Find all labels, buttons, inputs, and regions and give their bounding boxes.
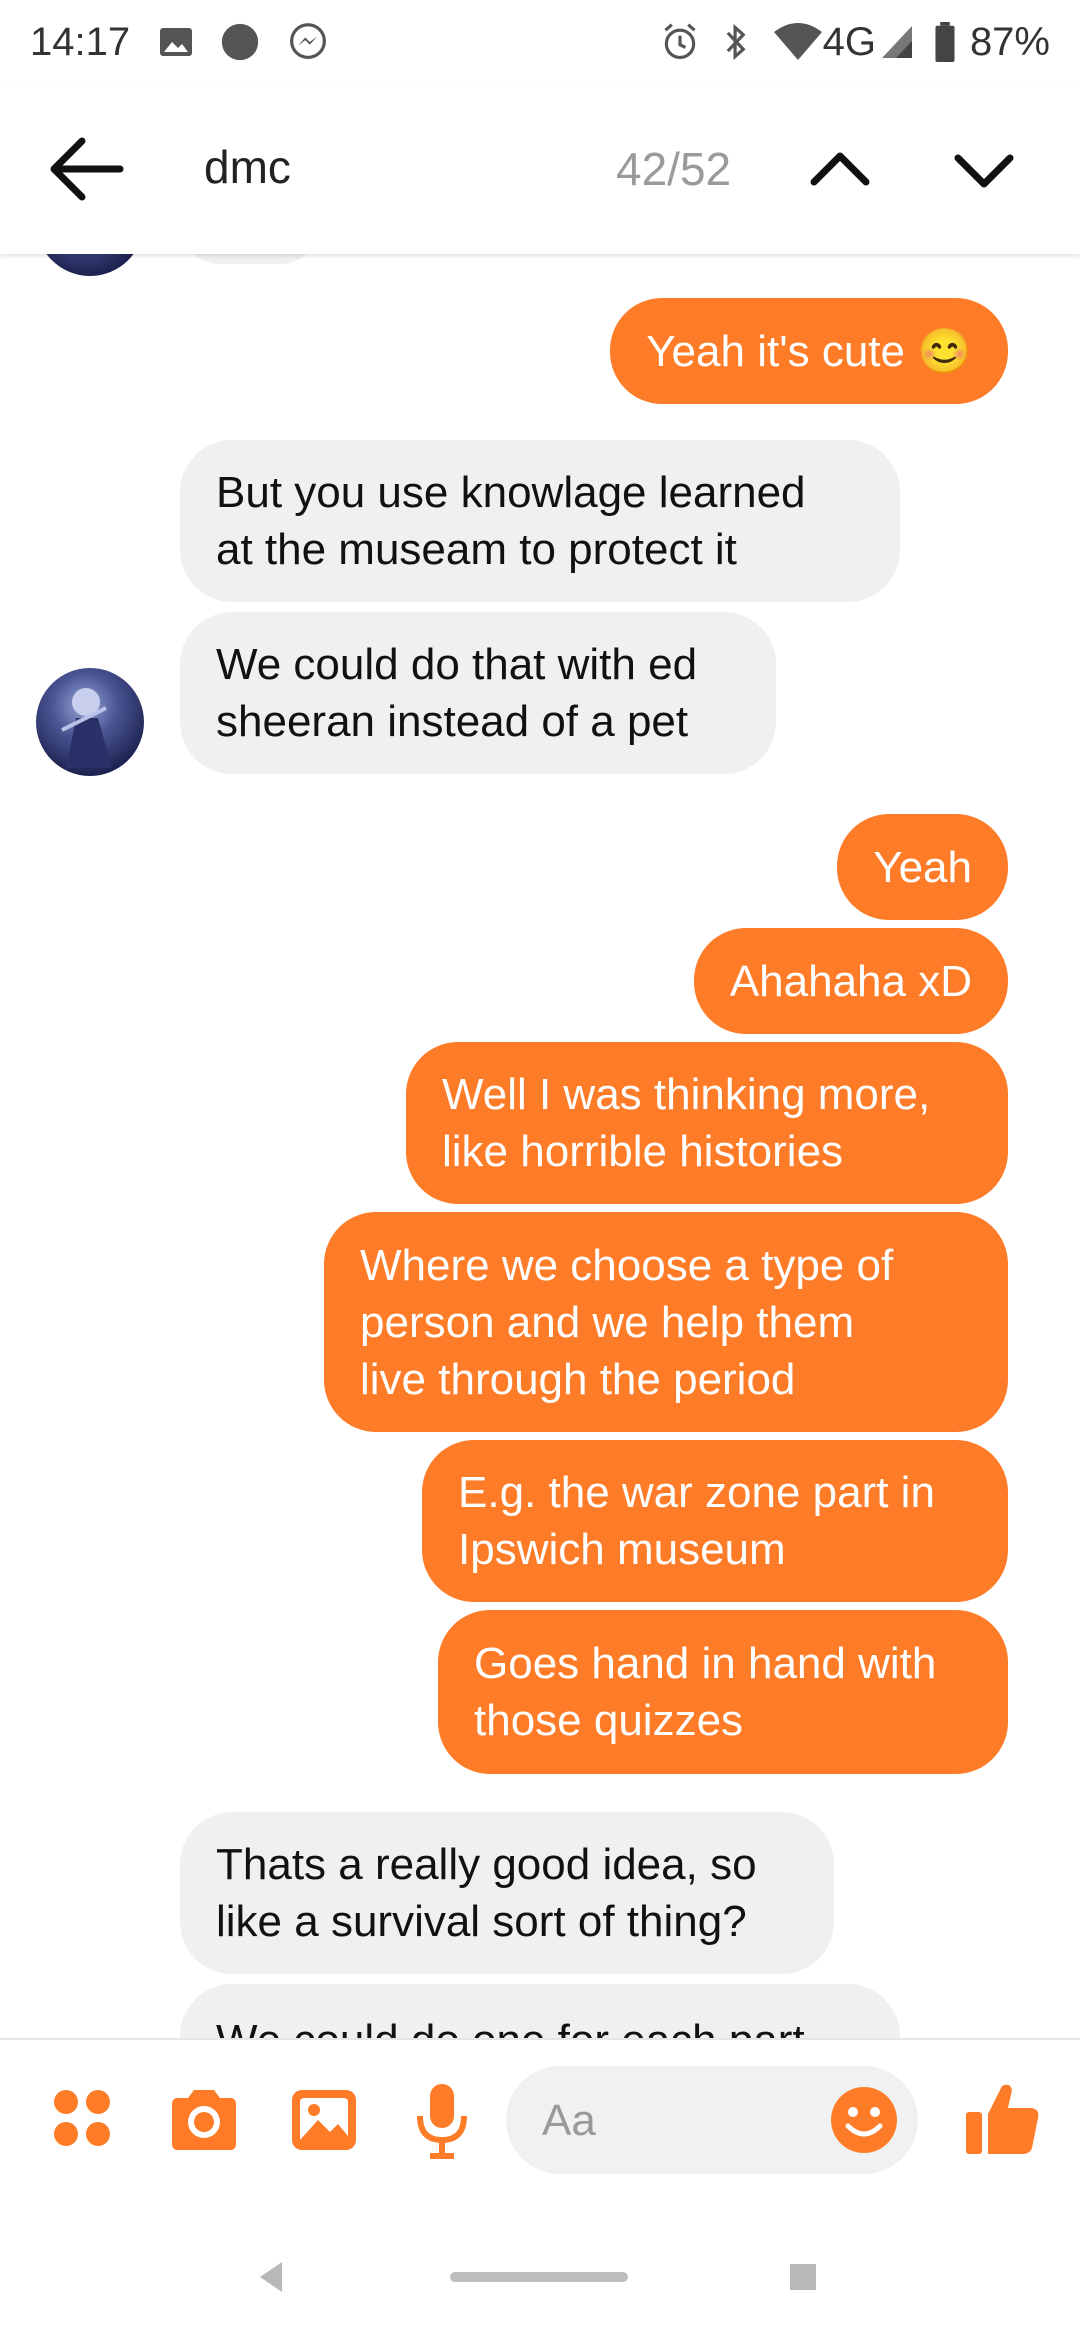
screen: { "status_bar": { "time": "14:17", "netw… bbox=[0, 0, 1080, 2340]
gallery-notification-icon bbox=[160, 28, 192, 56]
avatar-art bbox=[61, 688, 112, 768]
message-bubble[interactable]: Where we choose a type of person and we … bbox=[324, 1212, 1008, 1432]
message-bubble[interactable]: E.g. the war zone part in Ipswich museum bbox=[422, 1440, 1008, 1602]
message-text: But you use knowlage learned at the muse… bbox=[216, 468, 806, 574]
input-placeholder: Aa bbox=[542, 2096, 596, 2145]
battery-percent: 87% bbox=[969, 20, 1050, 64]
match-counter: 42/52 bbox=[616, 143, 732, 195]
composer-bar: Aa bbox=[0, 2038, 1080, 2198]
thumbs-up-icon[interactable] bbox=[960, 2076, 1044, 2160]
search-header: dmc 42/52 bbox=[0, 84, 1080, 254]
dot-notification-icon bbox=[221, 23, 259, 61]
message-text: Thats a really good idea, so like a surv… bbox=[216, 1840, 757, 1946]
camera-icon[interactable] bbox=[164, 2080, 244, 2160]
arrow-left-icon[interactable] bbox=[40, 124, 130, 214]
message-bubble[interactable]: But you use knowlage learned at the muse… bbox=[180, 440, 900, 602]
message-bubble[interactable]: Yeah bbox=[837, 814, 1008, 920]
contact-avatar[interactable] bbox=[36, 254, 144, 276]
message-text: We could do that with ed sheeran instead… bbox=[216, 640, 698, 746]
alarm-icon bbox=[664, 23, 696, 60]
four-dots-icon[interactable] bbox=[46, 2080, 126, 2160]
battery-icon bbox=[935, 22, 955, 62]
chevron-down-icon[interactable] bbox=[944, 124, 1024, 214]
message-bubble-cut[interactable] bbox=[180, 254, 320, 264]
message-input[interactable]: Aa bbox=[506, 2066, 918, 2174]
messenger-notification-icon bbox=[290, 23, 326, 60]
message-text: Where we choose a type of person and we … bbox=[360, 1240, 894, 1404]
message-bubble[interactable]: Thats a really good idea, so like a surv… bbox=[180, 1812, 834, 1974]
system-nav-bar bbox=[0, 2198, 1080, 2340]
network-type: 4G bbox=[822, 20, 876, 64]
nav-recents-icon[interactable] bbox=[790, 2264, 816, 2290]
microphone-icon[interactable] bbox=[402, 2080, 482, 2160]
image-icon[interactable] bbox=[284, 2080, 364, 2160]
message-text: Well I was thinking more, like horrible … bbox=[442, 1070, 931, 1176]
message-text: We could do one for each part bbox=[216, 2012, 805, 2038]
message-text: Yeah bbox=[873, 842, 972, 892]
status-time: 14:17 bbox=[30, 20, 131, 64]
search-query[interactable]: dmc bbox=[204, 140, 291, 194]
smiley-icon[interactable] bbox=[828, 2084, 900, 2156]
message-bubble[interactable]: Ahahaha xD bbox=[693, 928, 1008, 1034]
bluetooth-icon bbox=[726, 23, 746, 61]
message-text: Goes hand in hand with those quizzes bbox=[474, 1639, 937, 1745]
contact-avatar[interactable] bbox=[36, 668, 144, 776]
wifi-icon bbox=[774, 23, 822, 60]
message-text: E.g. the war zone part in Ipswich museum bbox=[458, 1468, 935, 1574]
chevron-up-icon[interactable] bbox=[800, 124, 880, 214]
message-bubble[interactable]: We could do one for each part bbox=[180, 1984, 900, 2038]
message-bubble[interactable]: We could do that with ed sheeran instead… bbox=[180, 612, 776, 774]
message-bubble[interactable]: Yeah it's cute 😊 bbox=[610, 298, 1008, 404]
status-bar: 14:17 4G 87% bbox=[0, 0, 1080, 84]
message-list[interactable]: Yeah it's cute 😊 But you use knowlage le… bbox=[0, 254, 1080, 2038]
message-bubble[interactable]: Goes hand in hand with those quizzes bbox=[438, 1610, 1008, 1774]
signal-icon bbox=[882, 26, 912, 58]
message-text: Ahahaha xD bbox=[729, 956, 972, 1006]
nav-home-pill[interactable] bbox=[450, 2272, 628, 2282]
message-bubble[interactable]: Well I was thinking more, like horrible … bbox=[406, 1042, 1008, 1204]
nav-back-icon[interactable] bbox=[256, 2260, 286, 2294]
message-text: Yeah it's cute 😊 bbox=[646, 326, 972, 376]
